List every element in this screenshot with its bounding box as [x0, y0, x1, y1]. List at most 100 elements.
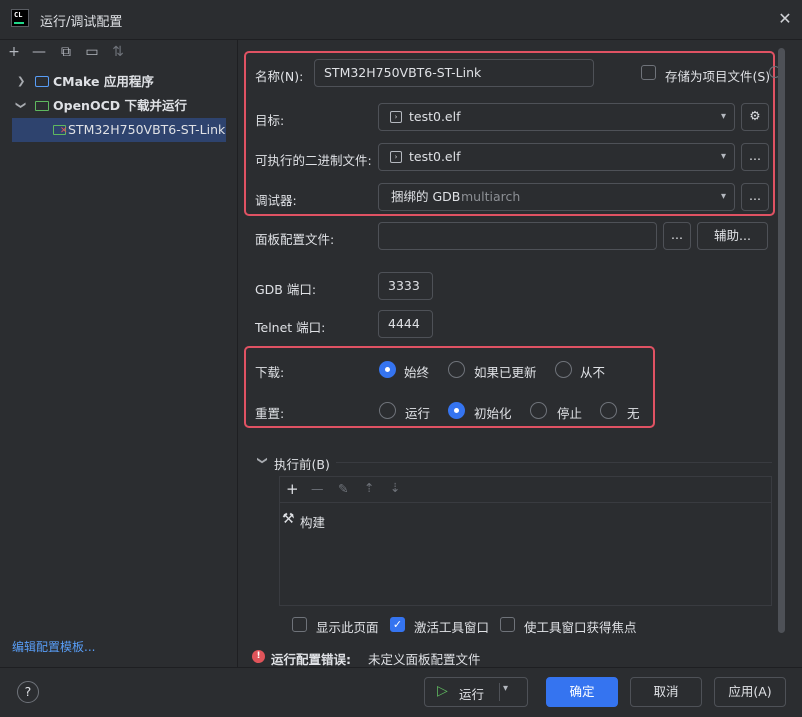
window-title: 运行/调试配置	[40, 15, 123, 30]
tree-item-stm32-config[interactable]: ✕ STM32H750VBT6-ST-Link	[12, 118, 226, 142]
name-input[interactable]: STM32H750VBT6-ST-Link	[314, 59, 594, 87]
board-config-input[interactable]	[378, 222, 657, 250]
reset-halt-radio[interactable]	[530, 402, 547, 419]
target-select[interactable]: › test0.elf ▾	[378, 103, 735, 131]
gdb-port-label: GDB 端口:	[255, 282, 317, 297]
run-button[interactable]: ▷ 运行	[425, 678, 499, 706]
copy-icon[interactable]: ⧉	[58, 44, 74, 60]
telnet-port-label: Telnet 端口:	[255, 320, 326, 335]
run-button-label: 运行	[459, 687, 485, 702]
chip-icon	[35, 101, 49, 111]
error-message: 未定义面板配置文件	[368, 652, 481, 667]
show-page-label: 显示此页面	[316, 620, 379, 635]
chevron-down-icon: ▾	[720, 191, 726, 202]
debugger-browse-button[interactable]: ...	[741, 183, 769, 211]
chevron-down-icon[interactable]: ❯	[257, 456, 268, 464]
cmake-app-icon	[35, 76, 49, 87]
reset-init-radio[interactable]	[448, 402, 465, 419]
chevron-down-icon: ▾	[720, 151, 726, 162]
chevron-right-icon[interactable]: ❯	[17, 70, 27, 94]
download-if-updated-label: 如果已更新	[474, 365, 537, 380]
error-mark-icon: ✕	[60, 126, 68, 136]
executable-icon: ›	[390, 111, 402, 123]
target-settings-button[interactable]: ⚙	[741, 103, 769, 131]
sort-icon[interactable]: ⇅	[110, 44, 126, 60]
clion-logo-icon: CL	[11, 9, 29, 27]
executable-icon: ›	[390, 151, 402, 163]
download-if-updated-radio[interactable]	[448, 361, 465, 378]
download-never-radio[interactable]	[555, 361, 572, 378]
gdb-port-input[interactable]: 3333	[378, 272, 433, 300]
target-select-value: test0.elf	[409, 109, 461, 124]
debugger-select-value: 捆绑的 GDB	[391, 189, 461, 204]
board-config-browse-button[interactable]: ...	[663, 222, 691, 250]
new-folder-icon[interactable]: ▭	[84, 44, 100, 60]
reset-halt-label: 停止	[557, 406, 583, 421]
board-config-label: 面板配置文件:	[255, 232, 335, 247]
chevron-down-icon: ▾	[720, 111, 726, 122]
reset-none-radio[interactable]	[600, 402, 617, 419]
move-down-icon[interactable]: ⇣	[390, 480, 400, 495]
debugger-select[interactable]: 捆绑的 GDB multiarch ▾	[378, 183, 735, 211]
debugger-label: 调试器:	[255, 193, 297, 208]
close-icon[interactable]: ✕	[776, 10, 794, 28]
tasks-toolbar: + — ✎ ⇡ ⇣	[280, 477, 771, 503]
hammer-icon: ⚒	[282, 511, 295, 527]
move-up-icon[interactable]: ⇡	[364, 480, 374, 495]
gear-icon: ⚙	[749, 108, 761, 123]
chevron-down-icon[interactable]: ▾	[503, 683, 508, 694]
store-as-project-checkbox[interactable]	[641, 65, 656, 80]
error-prefix: 运行配置错误:	[271, 652, 351, 667]
executable-select-value: test0.elf	[409, 149, 461, 164]
remove-icon[interactable]: —	[311, 481, 324, 496]
reset-label: 重置:	[255, 406, 285, 421]
reset-init-label: 初始化	[474, 406, 512, 421]
reset-run-radio[interactable]	[379, 402, 396, 419]
download-label: 下载:	[255, 365, 285, 380]
store-as-project-label: 存储为项目文件(S)	[665, 69, 771, 84]
split-divider	[499, 683, 500, 701]
before-launch-label[interactable]: 执行前(B)	[274, 454, 330, 473]
executable-label: 可执行的二进制文件:	[255, 153, 372, 168]
edit-templates-link[interactable]: 编辑配置模板...	[12, 638, 95, 655]
chevron-down-icon[interactable]: ❯	[8, 101, 32, 111]
title-bar: CL 运行/调试配置 ✕	[0, 0, 802, 40]
telnet-port-input[interactable]: 4444	[378, 310, 433, 338]
assist-button[interactable]: 辅助...	[697, 222, 768, 250]
section-divider	[336, 462, 772, 463]
build-task-label: 构建	[300, 515, 326, 530]
activate-tool-window-label: 激活工具窗口	[414, 620, 490, 635]
executable-select[interactable]: › test0.elf ▾	[378, 143, 735, 171]
before-launch-tasks: + — ✎ ⇡ ⇣ ⚒ 构建	[279, 476, 772, 606]
focus-tool-window-checkbox[interactable]	[500, 617, 515, 632]
help-button[interactable]: ?	[17, 681, 39, 703]
debugger-hint: multiarch	[461, 189, 521, 204]
error-icon: !	[252, 650, 265, 663]
tree-item-cmake[interactable]: ❯ CMake 应用程序	[0, 70, 238, 94]
reset-run-label: 运行	[405, 406, 431, 421]
activate-tool-window-checkbox[interactable]: ✓	[390, 617, 405, 632]
show-page-checkbox[interactable]	[292, 617, 307, 632]
edit-icon[interactable]: ✎	[338, 481, 348, 496]
executable-browse-button[interactable]: ...	[741, 143, 769, 171]
list-item[interactable]: ⚒ 构建	[280, 509, 771, 531]
add-icon[interactable]: +	[6, 44, 22, 60]
download-always-radio[interactable]	[379, 361, 396, 378]
apply-button[interactable]: 应用(A)	[714, 677, 786, 707]
target-label: 目标:	[255, 113, 285, 128]
name-label: 名称(N):	[255, 69, 304, 84]
add-icon[interactable]: +	[286, 480, 299, 498]
vertical-scrollbar[interactable]	[778, 48, 785, 633]
focus-tool-window-label: 使工具窗口获得焦点	[524, 620, 637, 635]
download-never-label: 从不	[580, 365, 606, 380]
play-icon: ▷	[437, 683, 448, 699]
tree-item-label: STM32H750VBT6-ST-Link	[68, 122, 226, 137]
ok-button[interactable]: 确定	[546, 677, 618, 707]
tree-item-label: OpenOCD 下载并运行	[53, 98, 187, 113]
remove-icon[interactable]: —	[31, 44, 47, 60]
cancel-button[interactable]: 取消	[630, 677, 702, 707]
tree-item-openocd[interactable]: ❯ OpenOCD 下载并运行	[0, 94, 238, 118]
download-always-label: 始终	[404, 365, 430, 380]
tree-item-label: CMake 应用程序	[53, 74, 154, 89]
reset-none-label: 无	[627, 406, 640, 421]
